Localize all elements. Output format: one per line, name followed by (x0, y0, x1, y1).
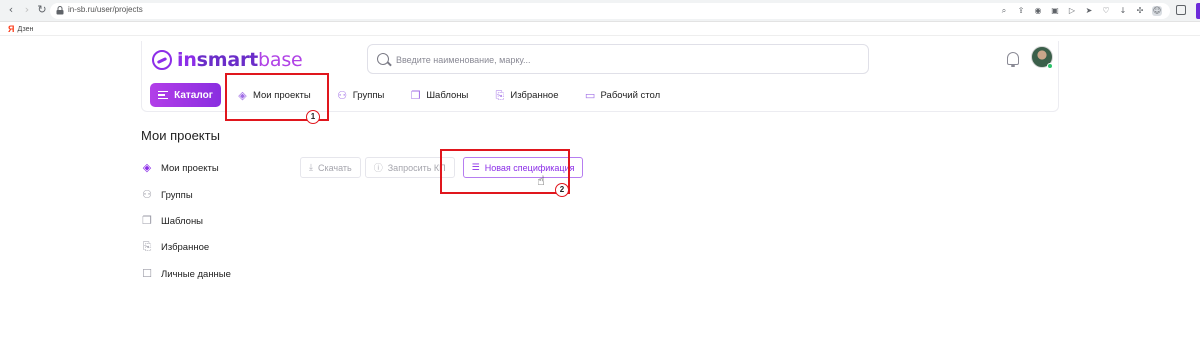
reload-icon[interactable]: ↻ (35, 3, 49, 17)
sidebar-item-favorites[interactable]: ⎘ Избранное (141, 240, 210, 253)
nav-item-desktop[interactable]: ▭ Рабочий стол (584, 88, 661, 102)
annotation-number-2: 2 (555, 183, 569, 197)
extension-icon[interactable] (1176, 5, 1186, 15)
lock-icon (56, 6, 64, 15)
help-circle-icon: ⓘ (373, 164, 383, 174)
catalog-label: Каталог (174, 89, 213, 101)
bookmark-icon: ⎘ (142, 240, 152, 253)
sidebar-item-label: Мои проекты (161, 162, 219, 174)
nav-item-groups[interactable]: ⚇ Группы (337, 88, 385, 102)
annotation-number-1: 1 (306, 110, 320, 124)
nav-label: Рабочий стол (600, 89, 661, 101)
browser-toolbar: ‹ › ↻ in-sb.ru/user/projects ⌕ ⇪ ◉ ▣ ▷ ➤… (0, 0, 1200, 22)
share-icon[interactable]: ⇪ (1016, 6, 1026, 16)
account-icon[interactable]: ☺ (1152, 6, 1162, 16)
download-icon: ⤓ (309, 162, 313, 173)
page-title: Мои проекты (141, 128, 220, 143)
bookmark-dzen[interactable]: Я Дзен (8, 24, 33, 34)
address-bar[interactable]: in-sb.ru/user/projects ⌕ ⇪ ◉ ▣ ▷ ➤ ♡ ↓ ✣… (50, 3, 1170, 19)
logo[interactable]: insmartbase (152, 49, 303, 71)
menu-icon (158, 91, 169, 99)
nav-item-templates[interactable]: ❐ Шаблоны (410, 90, 468, 101)
sidebar-item-templates[interactable]: ❐ Шаблоны (141, 215, 203, 227)
url-text[interactable]: in-sb.ru/user/projects (68, 5, 143, 14)
yandex-logo-icon: Я (8, 24, 15, 34)
online-status-dot (1047, 63, 1053, 69)
send-icon[interactable]: ➤ (1084, 6, 1094, 16)
play-icon[interactable]: ▷ (1067, 6, 1077, 16)
group-icon: ⚇ (337, 88, 348, 102)
camera-icon[interactable]: ◉ (1033, 6, 1043, 16)
back-icon[interactable]: ‹ (4, 3, 18, 17)
heart-icon[interactable]: ♡ (1101, 6, 1111, 16)
profile-icon: ☐ (142, 267, 152, 280)
download-icon[interactable]: ↓ (1118, 6, 1128, 16)
download-button[interactable]: ⤓ Скачать (300, 157, 361, 178)
desktop-icon: ▭ (584, 88, 596, 102)
nav-label: Группы (352, 89, 385, 101)
bell-icon[interactable] (1007, 52, 1019, 67)
templates-icon: ❐ (142, 214, 152, 227)
layers-icon: ◈ (142, 161, 152, 174)
sidebar-item-label: Избранное (161, 241, 210, 253)
nav-item-favorites[interactable]: ⎘ Избранное (494, 90, 558, 101)
zoom-icon[interactable]: ⌕ (999, 6, 1009, 16)
bookmark-label: Дзен (17, 25, 34, 33)
group-icon: ⚇ (142, 188, 152, 201)
sidebar-item-groups[interactable]: ⚇ Группы (141, 189, 193, 201)
forward-icon[interactable]: › (20, 3, 34, 17)
logo-text: insmartbase (177, 49, 303, 71)
annotation-box-2 (440, 149, 570, 194)
nav-label: Шаблоны (426, 89, 469, 101)
sidebar-item-personal-data[interactable]: ☐ Личные данные (141, 268, 231, 280)
bookmark-icon: ⎘ (495, 88, 505, 102)
logo-mark-icon (152, 50, 172, 70)
download-label: Скачать (317, 162, 352, 173)
search-icon (377, 53, 389, 65)
hand-cursor-icon: ☝ (537, 174, 545, 189)
sidebar-item-label: Группы (161, 189, 193, 201)
puzzle-icon[interactable]: ✣ (1135, 6, 1145, 16)
sidebar-tab-strip[interactable] (1196, 3, 1200, 19)
search-input[interactable] (396, 52, 856, 68)
search-box[interactable] (367, 44, 869, 74)
nav-label: Избранное (510, 89, 559, 101)
sidebar-item-label: Личные данные (161, 268, 231, 280)
sidebar-item-my-projects[interactable]: ◈ Мои проекты (141, 162, 219, 174)
templates-icon: ❐ (410, 88, 421, 102)
sidebar-item-label: Шаблоны (161, 215, 204, 227)
bookmarks-bar: Я Дзен (0, 22, 1200, 36)
screenshot-icon[interactable]: ▣ (1050, 6, 1060, 16)
catalog-button[interactable]: Каталог (150, 83, 221, 107)
request-quote-label: Запросить КП (387, 162, 446, 173)
